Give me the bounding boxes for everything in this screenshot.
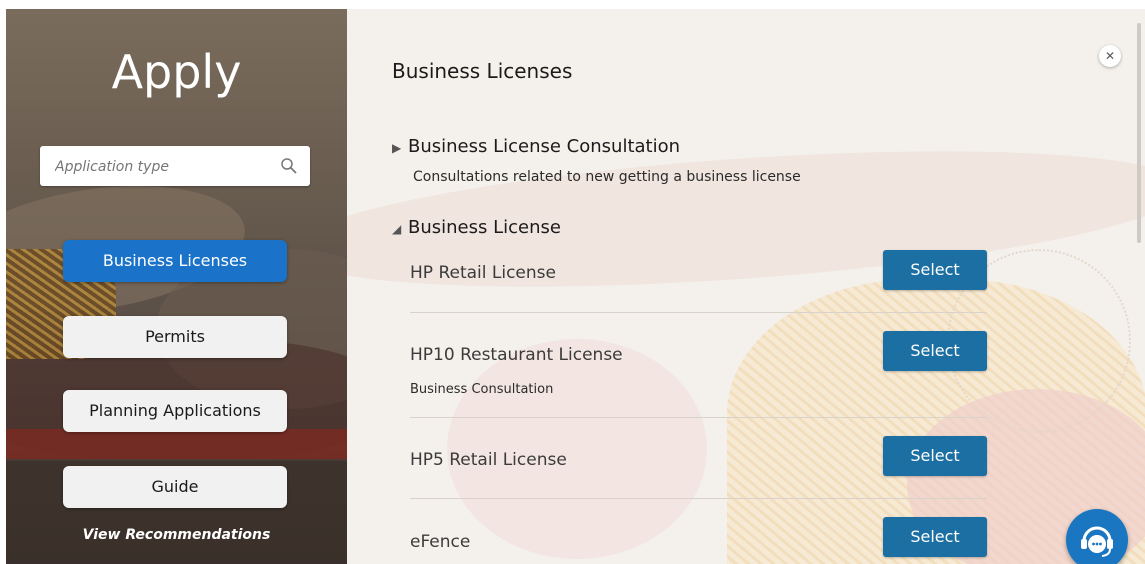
- license-item-title: HP10 Restaurant License: [410, 345, 623, 365]
- select-button[interactable]: Select: [883, 331, 987, 371]
- nav-guide-button[interactable]: Guide: [63, 466, 287, 508]
- divider: [410, 498, 987, 499]
- collapse-triangle-icon: ◢: [392, 222, 402, 236]
- close-icon[interactable]: ✕: [1099, 45, 1121, 67]
- divider: [410, 312, 987, 313]
- view-recommendations-link[interactable]: View Recommendations: [6, 527, 347, 543]
- application-type-search: [40, 146, 310, 188]
- divider: [410, 417, 987, 418]
- sidebar-title: Apply: [111, 45, 242, 99]
- application-type-input[interactable]: [53, 146, 277, 188]
- page-title: Business Licenses: [392, 59, 573, 83]
- nav-planning-applications-button[interactable]: Planning Applications: [63, 390, 287, 432]
- background-shape: [447, 339, 707, 559]
- nav-permits-button[interactable]: Permits: [63, 316, 287, 358]
- group-title: Business License Consultation: [408, 136, 681, 157]
- group-business-license[interactable]: ◢ Business License: [392, 217, 561, 238]
- search-icon[interactable]: [280, 157, 298, 175]
- select-button[interactable]: Select: [883, 250, 987, 290]
- apply-sidebar: Apply Business Licenses Permits Planning…: [6, 9, 347, 564]
- license-item-subtitle: Business Consultation: [410, 382, 554, 397]
- nav-business-licenses-button[interactable]: Business Licenses: [63, 240, 287, 282]
- group-business-license-consultation[interactable]: ▶ Business License Consultation: [392, 136, 680, 157]
- group-title: Business License: [408, 217, 561, 238]
- license-item-title: HP5 Retail License: [410, 450, 567, 470]
- select-button[interactable]: Select: [883, 436, 987, 476]
- license-item-title: eFence: [410, 532, 471, 552]
- expand-triangle-icon: ▶: [392, 141, 402, 155]
- select-button[interactable]: Select: [883, 517, 987, 557]
- background-stripe: [6, 429, 347, 459]
- scrollbar[interactable]: [1137, 23, 1141, 243]
- headset-chat-icon: [1081, 526, 1113, 557]
- chat-assistant-button[interactable]: [1066, 509, 1128, 564]
- license-item-title: HP Retail License: [410, 263, 556, 283]
- license-list-panel: Business Licenses ✕ ▶ Business License Co…: [347, 9, 1145, 564]
- group-description: Consultations related to new getting a b…: [413, 169, 801, 185]
